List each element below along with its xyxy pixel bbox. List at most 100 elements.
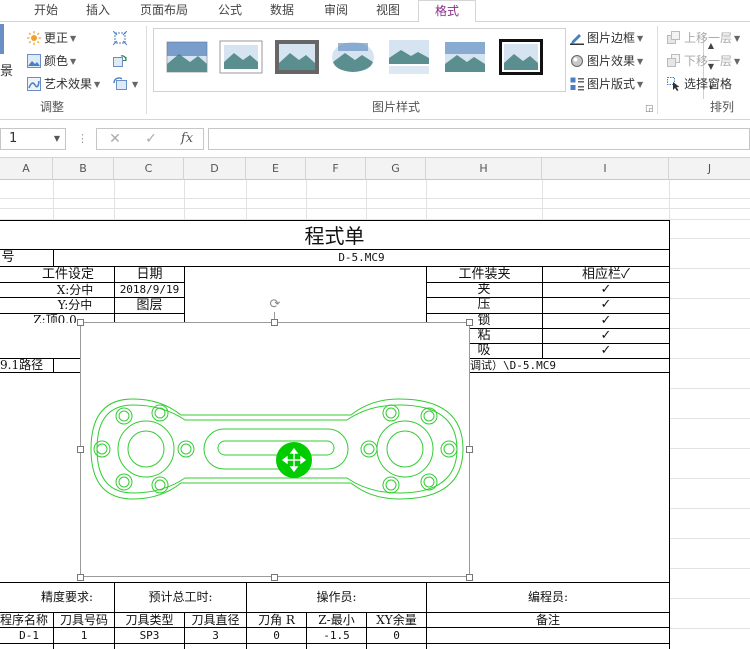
picture-layout-button[interactable]: 图片版式 ▼ xyxy=(570,74,643,94)
column-header-j[interactable]: J xyxy=(669,158,750,180)
table-cell[interactable]: 0 xyxy=(367,628,426,643)
tab-home[interactable]: 开始 xyxy=(24,0,68,22)
rotate-handle-icon[interactable]: ⟳ xyxy=(268,298,282,312)
corrections-button[interactable]: 更正 ▼ xyxy=(27,28,76,48)
z-setting[interactable]: Z:顶0.0 xyxy=(0,314,80,323)
chevron-down-icon[interactable]: ▼ xyxy=(54,129,60,149)
check-mark[interactable]: ✓ xyxy=(543,297,669,313)
path-left[interactable]: 9.1路径 xyxy=(0,359,53,372)
column-header-c[interactable]: C xyxy=(114,158,184,180)
check-mark[interactable]: ✓ xyxy=(543,343,669,358)
column-header-b[interactable]: B xyxy=(53,158,114,180)
resize-handle-bottom-right[interactable] xyxy=(466,574,473,581)
table-header-tool-type[interactable]: 刀具类型 xyxy=(115,613,184,627)
picture-style-thumbnail[interactable] xyxy=(164,38,210,76)
path-right[interactable]: 调试）\D-5.MC9 xyxy=(470,359,669,372)
resize-handle-top-left[interactable] xyxy=(77,319,84,326)
column-header-f[interactable]: F xyxy=(306,158,366,180)
picture-style-thumbnail[interactable] xyxy=(442,38,488,76)
table-header-tool-number[interactable]: 刀具号码 xyxy=(54,613,114,627)
tab-insert[interactable]: 插入 xyxy=(76,0,120,22)
programmer-label[interactable]: 编程员: xyxy=(427,583,669,612)
check-mark[interactable]: ✓ xyxy=(543,313,669,328)
name-box[interactable]: 1 ▼ xyxy=(0,128,66,150)
dialog-launcher-icon[interactable]: ◲ xyxy=(645,104,654,114)
column-header-e[interactable]: E xyxy=(246,158,306,180)
reset-picture-button[interactable]: ▼ xyxy=(113,74,138,94)
send-backward-button[interactable]: 下移一层 ▼ xyxy=(667,51,740,71)
table-header-tool-diameter[interactable]: 刀具直径 xyxy=(185,613,246,627)
sheet-title[interactable]: 程式单 xyxy=(0,223,669,249)
picture-style-thumbnail[interactable] xyxy=(330,38,376,76)
resize-handle-right[interactable] xyxy=(466,446,473,453)
table-cell[interactable]: 1 xyxy=(54,628,114,643)
formula-input[interactable] xyxy=(208,128,750,150)
work-setting-label[interactable]: 工件设定 xyxy=(0,267,114,282)
column-header-g[interactable]: G xyxy=(366,158,426,180)
fixture-item-press[interactable]: 压 xyxy=(472,297,496,313)
insert-function-icon[interactable]: fx xyxy=(173,129,201,149)
color-button[interactable]: 颜色 ▼ xyxy=(27,51,76,71)
fixture-item-glue[interactable]: 粘 xyxy=(472,328,496,343)
tab-view[interactable]: 视图 xyxy=(366,0,410,22)
resize-handle-bottom[interactable] xyxy=(271,574,278,581)
enter-icon[interactable]: ✓ xyxy=(137,129,165,149)
remove-background-icon[interactable] xyxy=(0,24,4,54)
remove-background-label-partial[interactable]: 景 xyxy=(0,62,13,82)
fixture-item-lock[interactable]: 锁 xyxy=(472,313,496,328)
number-value[interactable]: D-5.MC9 xyxy=(54,250,669,266)
artistic-effects-button[interactable]: 艺术效果 ▼ xyxy=(27,74,100,94)
check-mark[interactable]: ✓ xyxy=(543,328,669,343)
column-header-d[interactable]: D xyxy=(184,158,246,180)
column-header-h[interactable]: H xyxy=(426,158,542,180)
cancel-icon[interactable]: ✕ xyxy=(101,129,129,149)
check-mark[interactable]: ✓ xyxy=(543,282,669,297)
change-picture-button[interactable] xyxy=(113,51,130,71)
tab-format[interactable]: 格式 xyxy=(418,0,476,23)
fixture-item-clamp[interactable]: 夹 xyxy=(472,282,496,297)
resize-handle-bottom-left[interactable] xyxy=(77,574,84,581)
y-setting[interactable]: Y:分中 xyxy=(0,298,114,313)
number-label[interactable]: 号 xyxy=(0,250,16,266)
worksheet-grid[interactable]: A B C D E F G H I J 程式单 号 D-5.MC9 工件设定 X… xyxy=(0,158,750,649)
table-header-z-min[interactable]: Z-最小 xyxy=(307,613,366,627)
date-label[interactable]: 日期 xyxy=(115,267,184,282)
table-header-corner-r[interactable]: 刀角 R xyxy=(247,613,306,627)
resize-handle-top-right[interactable] xyxy=(466,319,473,326)
table-header-xy-stock[interactable]: XY余量 xyxy=(367,613,426,627)
resize-handle-left[interactable] xyxy=(77,446,84,453)
picture-style-thumbnail[interactable] xyxy=(274,38,320,76)
est-time-label[interactable]: 预计总工时: xyxy=(115,583,246,612)
picture-style-thumbnail[interactable] xyxy=(218,38,264,76)
table-cell[interactable]: D-1 xyxy=(0,628,53,643)
check-label[interactable]: 相应栏✓ xyxy=(543,267,669,282)
column-header-i[interactable]: I xyxy=(542,158,669,180)
tab-formulas[interactable]: 公式 xyxy=(208,0,252,22)
table-cell[interactable]: -1.5 xyxy=(307,628,366,643)
picture-style-thumbnail[interactable] xyxy=(386,38,432,76)
picture-border-button[interactable]: 图片边框 ▼ xyxy=(570,28,643,48)
table-cell[interactable]: SP3 xyxy=(115,628,184,643)
layer-label[interactable]: 图层 xyxy=(115,298,184,313)
fixture-item-suction[interactable]: 吸 xyxy=(472,343,496,358)
fixture-label[interactable]: 工件装夹 xyxy=(427,267,542,282)
table-header-remarks[interactable]: 备注 xyxy=(427,613,669,627)
tab-review[interactable]: 审阅 xyxy=(314,0,358,22)
picture-effects-button[interactable]: 图片效果 ▼ xyxy=(570,51,643,71)
table-cell[interactable]: 3 xyxy=(185,628,246,643)
column-header-a[interactable]: A xyxy=(0,158,53,180)
table-cell[interactable]: 0 xyxy=(247,628,306,643)
precision-label[interactable]: 精度要求: xyxy=(0,583,114,612)
selection-pane-button[interactable]: 选择窗格 xyxy=(667,74,732,94)
compress-pictures-button[interactable] xyxy=(113,28,130,48)
operator-label[interactable]: 操作员: xyxy=(247,583,426,612)
tab-data[interactable]: 数据 xyxy=(260,0,304,22)
date-value[interactable]: 2018/9/19 xyxy=(115,283,184,297)
formula-bar-grip-icon[interactable]: ⋮ xyxy=(77,132,88,145)
picture-style-thumbnail[interactable] xyxy=(498,38,544,76)
table-cell[interactable] xyxy=(427,628,669,643)
bring-forward-button[interactable]: 上移一层 ▼ xyxy=(667,28,740,48)
tab-page-layout[interactable]: 页面布局 xyxy=(134,0,194,22)
table-header-program-name[interactable]: 程序名称 xyxy=(0,613,53,627)
resize-handle-top[interactable] xyxy=(271,319,278,326)
